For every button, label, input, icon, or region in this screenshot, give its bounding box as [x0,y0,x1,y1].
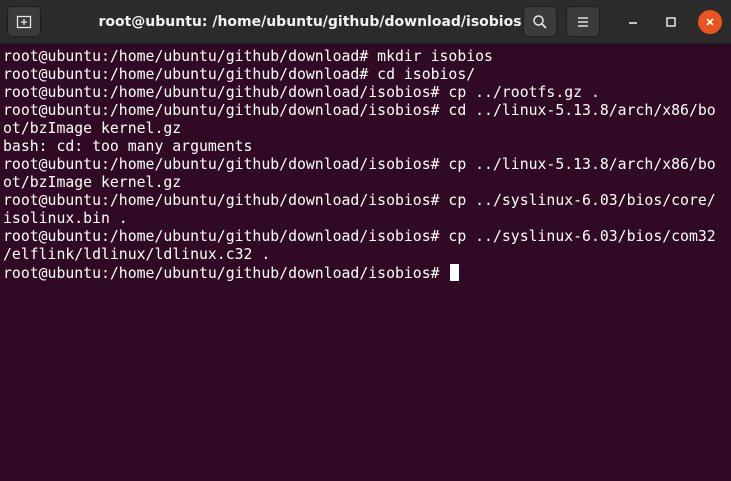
terminal-line: isolinux.bin . [3,210,128,227]
terminal-line: root@ubuntu:/home/ubuntu/github/download… [3,102,716,119]
close-button[interactable] [698,10,722,34]
terminal-line: ot/bzImage kernel.gz [3,174,182,191]
terminal-line: root@ubuntu:/home/ubuntu/github/download… [3,192,716,209]
terminal-line: root@ubuntu:/home/ubuntu/github/download… [3,48,493,65]
terminal-window: root@ubuntu: /home/ubuntu/github/downloa… [0,0,731,481]
terminal-line: bash: cd: too many arguments [3,138,253,155]
menu-button[interactable] [566,6,600,37]
search-icon [532,14,548,30]
window-title: root@ubuntu: /home/ubuntu/github/downloa… [98,14,522,30]
text-cursor [450,264,460,281]
terminal-line: root@ubuntu:/home/ubuntu/github/download… [3,156,716,173]
terminal-line: root@ubuntu:/home/ubuntu/github/download… [3,228,716,245]
terminal-line: /elflink/ldlinux/ldlinux.c32 . [3,246,271,263]
new-tab-icon [16,14,32,30]
close-icon [704,13,716,32]
minimize-button[interactable] [621,10,645,34]
terminal-prompt: root@ubuntu:/home/ubuntu/github/download… [3,265,449,282]
new-tab-button[interactable] [7,6,41,37]
maximize-icon [665,13,677,32]
terminal-line: root@ubuntu:/home/ubuntu/github/download… [3,66,476,83]
terminal-line: ot/bzImage kernel.gz [3,120,182,137]
maximize-button[interactable] [659,10,683,34]
minimize-icon [627,13,639,32]
title-bar: root@ubuntu: /home/ubuntu/github/downloa… [0,0,731,44]
terminal-prompt-line[interactable]: root@ubuntu:/home/ubuntu/github/download… [3,264,731,282]
hamburger-menu-icon [575,14,591,30]
search-button[interactable] [523,6,557,37]
terminal-line: root@ubuntu:/home/ubuntu/github/download… [3,84,600,101]
terminal-output[interactable]: root@ubuntu:/home/ubuntu/github/download… [0,48,731,481]
